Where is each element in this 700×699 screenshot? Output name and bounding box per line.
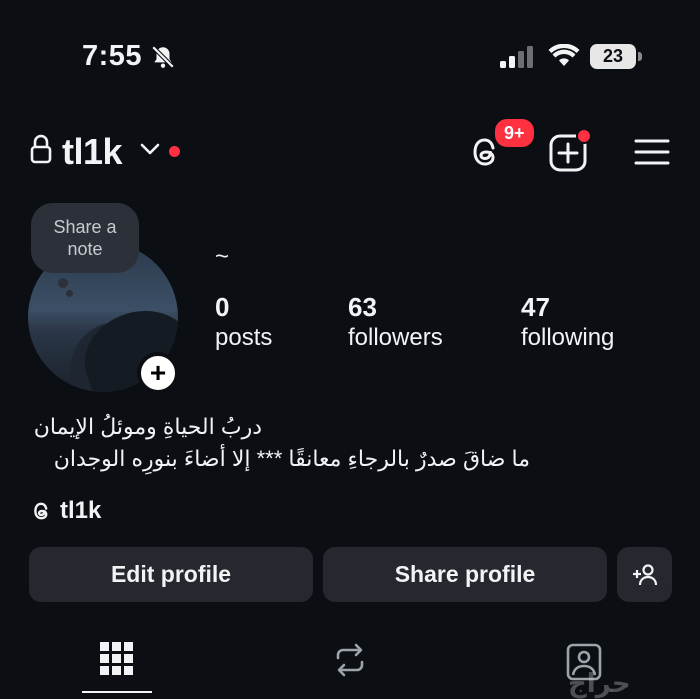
watermark-logo: حراج <box>568 668 631 698</box>
bio-line-2: ما ضاقَ صدرٌ بالرجاءِ معانقًا *** إلا أض… <box>53 446 530 471</box>
note-line-2: note <box>67 239 103 259</box>
threads-small-icon[interactable] <box>30 499 54 528</box>
add-user-icon <box>632 563 657 585</box>
grid-icon[interactable] <box>100 642 134 681</box>
battery-cap <box>638 52 642 61</box>
reels-icon[interactable] <box>332 642 368 683</box>
battery-indicator: 23 <box>590 44 636 69</box>
active-tab-indicator <box>82 691 152 693</box>
username-switcher[interactable]: tl1k <box>62 131 123 173</box>
posts-label[interactable]: posts <box>215 324 272 352</box>
status-time: 7:55 <box>82 40 143 72</box>
bio-line-1: دربُ الحياةِ وموئلُ الإيمان <box>33 414 262 439</box>
threads-handle-link[interactable]: tl1k <box>60 497 101 525</box>
note-bubble-tail <box>58 278 68 288</box>
wifi-icon <box>548 43 580 73</box>
edit-profile-button[interactable]: Edit profile <box>29 547 313 602</box>
following-count[interactable]: 47 <box>521 292 550 323</box>
add-story-button[interactable]: + <box>137 352 179 394</box>
chevron-down-icon[interactable] <box>140 142 160 161</box>
new-post-dot <box>576 128 592 144</box>
followers-label[interactable]: followers <box>348 324 443 352</box>
posts-count[interactable]: 0 <box>215 292 229 323</box>
bell-off-icon <box>150 44 176 75</box>
following-label[interactable]: following <box>521 324 614 352</box>
profile-name: ~ <box>215 243 230 270</box>
note-line-1: Share a <box>53 217 117 237</box>
notification-badge: 9+ <box>493 117 536 149</box>
note-bubble-tail-small <box>66 290 73 297</box>
new-activity-dot <box>169 146 180 157</box>
followers-count[interactable]: 63 <box>348 292 377 323</box>
share-profile-button[interactable]: Share profile <box>323 547 607 602</box>
lock-icon <box>30 134 52 169</box>
plus-icon: + <box>149 357 167 388</box>
share-note-bubble[interactable]: Share a note <box>31 203 139 273</box>
signal-icon <box>500 46 536 73</box>
menu-icon[interactable] <box>634 138 670 171</box>
add-user-button[interactable] <box>617 547 672 602</box>
